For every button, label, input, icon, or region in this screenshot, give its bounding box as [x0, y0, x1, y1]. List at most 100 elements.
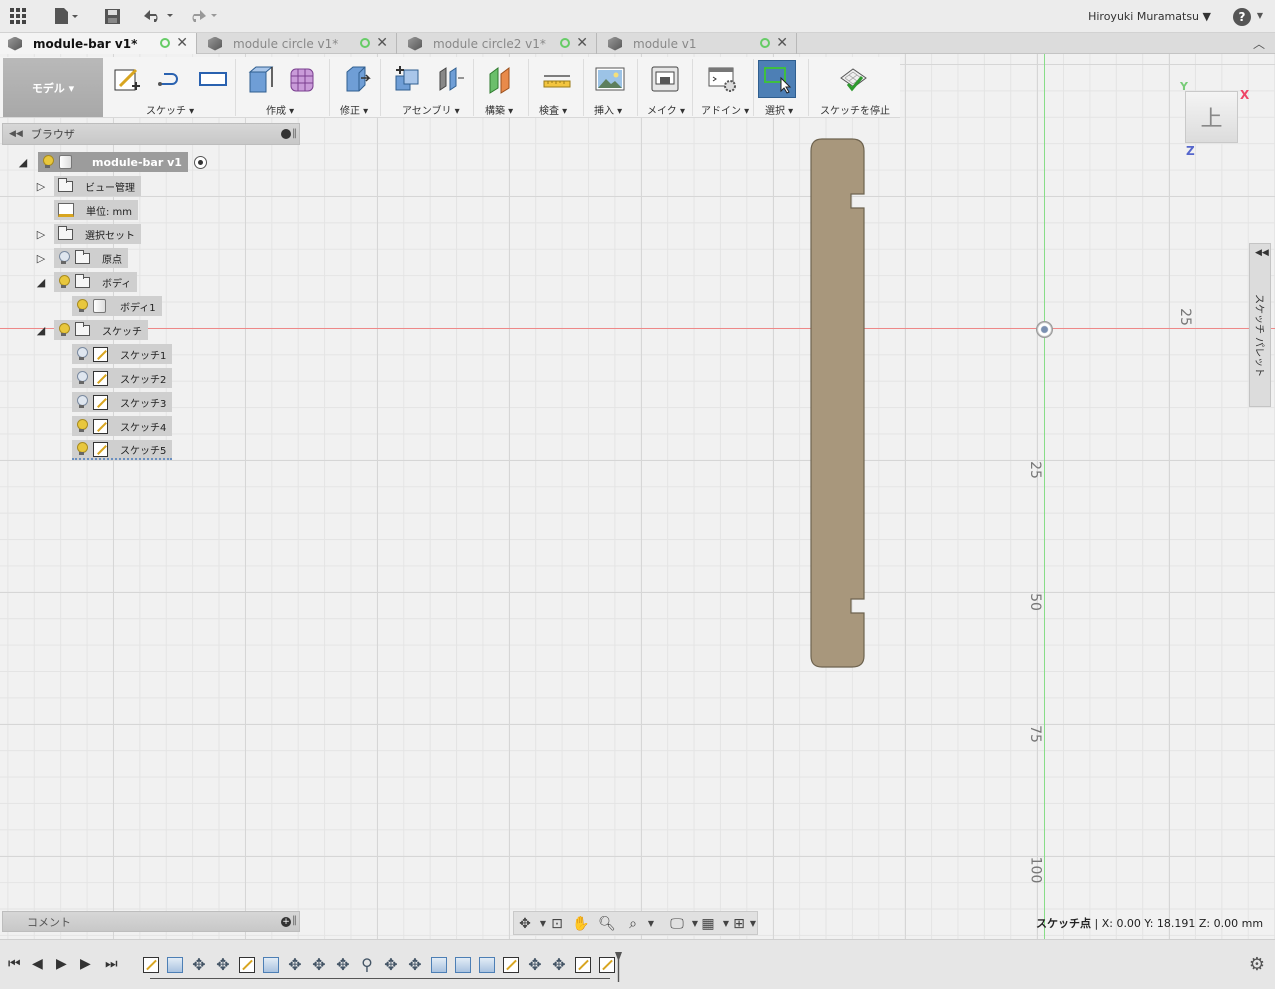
close-tab-icon[interactable]: ✕ [376, 35, 388, 51]
construct-menu[interactable]: 構築 ▾ [485, 102, 513, 117]
expanded-triangle-icon[interactable]: ◢ [34, 324, 48, 337]
go-to-end-icon[interactable]: ⏭ [105, 956, 118, 972]
extrude-icon[interactable] [246, 64, 276, 94]
assemble-menu[interactable]: アセンブリ ▾ [402, 102, 460, 117]
stop-sketch-button[interactable]: スケッチを停止 [820, 102, 890, 117]
pan-hand-icon[interactable]: ✋ [572, 915, 590, 933]
file-menu-icon[interactable] [52, 6, 80, 26]
timeline-component-icon[interactable] [431, 957, 447, 973]
root-component[interactable]: module-bar v1 [38, 152, 188, 172]
modify-group[interactable]: 修正 ▾ [331, 59, 381, 117]
browser-node-sketch3[interactable]: スケッチ3 [72, 392, 173, 412]
timeline-move-icon[interactable]: ✥ [551, 957, 567, 973]
timeline-move-icon[interactable]: ✥ [527, 957, 543, 973]
line-tool-icon[interactable] [156, 64, 186, 94]
browser-node-sketch4[interactable]: スケッチ4 [72, 416, 173, 436]
timeline-component-icon[interactable] [455, 957, 471, 973]
scripts-addins-icon[interactable] [708, 64, 738, 94]
browser-drag-handle[interactable]: ‖ [292, 128, 297, 139]
collapsed-triangle-icon[interactable]: ▷ [34, 228, 48, 241]
timeline-sketch-icon[interactable] [575, 957, 591, 973]
visibility-bulb-icon[interactable] [76, 347, 88, 361]
timeline-sketch-icon[interactable] [239, 957, 255, 973]
3d-print-icon[interactable] [650, 64, 680, 94]
inspect-group[interactable]: 検査 ▾ [530, 59, 584, 117]
help-caret-icon[interactable]: ▼ [1257, 11, 1263, 20]
orbit-icon[interactable]: ✥ [516, 915, 534, 933]
browser-node-sketches[interactable]: ◢ スケッチ [34, 320, 148, 340]
make-group[interactable]: メイク ▾ [639, 59, 693, 117]
step-back-icon[interactable]: ◀ [32, 956, 43, 972]
timeline-sketch-icon[interactable] [503, 957, 519, 973]
select-tool-icon[interactable] [762, 64, 792, 94]
timeline-sketch-icon[interactable] [143, 957, 159, 973]
timeline-move-icon[interactable]: ✥ [311, 957, 327, 973]
close-tab-icon[interactable]: ✕ [176, 35, 188, 51]
browser-root-node[interactable]: ◢ module-bar v1 [16, 152, 207, 172]
grid-settings-icon[interactable]: ▦ [699, 915, 717, 933]
go-to-start-icon[interactable]: ⏮ [8, 956, 21, 972]
tab-module-circle[interactable]: module circle v1* ✕ [200, 33, 397, 54]
addins-group[interactable]: アドイン ▾ [694, 59, 754, 117]
sketch-menu[interactable]: スケッチ ▾ [146, 102, 194, 117]
sketch-palette-collapsed[interactable]: ◀◀ スケッチ パレット [1249, 243, 1271, 407]
save-icon[interactable] [103, 6, 121, 26]
browser-node-selection-sets[interactable]: ▷ 選択セット [34, 224, 141, 244]
assemble-group[interactable]: アセンブリ ▾ [382, 59, 474, 117]
visibility-bulb-icon[interactable] [42, 155, 54, 169]
undo-icon[interactable] [142, 6, 176, 26]
collapsed-triangle-icon[interactable]: ▷ [34, 252, 48, 265]
offset-plane-icon[interactable] [487, 64, 517, 94]
close-tab-icon[interactable]: ✕ [776, 35, 788, 51]
browser-node-view[interactable]: ▷ ビュー管理 [34, 176, 141, 196]
modify-menu[interactable]: 修正 ▾ [340, 102, 368, 117]
minimize-browser-icon[interactable] [281, 129, 291, 139]
help-icon[interactable]: ? [1233, 8, 1251, 26]
comments-drag-handle[interactable]: ‖ [292, 915, 297, 926]
joint-icon[interactable] [436, 64, 466, 94]
user-menu[interactable]: Hiroyuki Muramatsu ▼ [1088, 10, 1211, 23]
addins-menu[interactable]: アドイン ▾ [701, 102, 749, 117]
measure-icon[interactable] [542, 64, 572, 94]
browser-node-bodies[interactable]: ◢ ボディ [34, 272, 138, 292]
browser-node-units[interactable]: 単位: mm [34, 200, 139, 220]
create-menu[interactable]: 作成 ▾ [266, 102, 294, 117]
timeline-move-icon[interactable]: ✥ [215, 957, 231, 973]
comments-panel-header[interactable]: コメント + ‖ [2, 911, 300, 932]
timeline-settings-gear-icon[interactable]: ⚙ [1249, 954, 1265, 975]
visibility-bulb-icon[interactable] [76, 395, 88, 409]
viewports-caret-icon[interactable]: ▼ [744, 915, 762, 933]
activate-radio-icon[interactable] [193, 155, 207, 169]
collapsed-triangle-icon[interactable]: ▷ [34, 180, 48, 193]
close-tab-icon[interactable]: ✕ [576, 35, 588, 51]
timeline-joint-icon[interactable]: ⚲ [359, 957, 375, 973]
rectangle-tool-icon[interactable] [198, 64, 228, 94]
timeline-move-icon[interactable]: ✥ [287, 957, 303, 973]
expanded-triangle-icon[interactable]: ◢ [16, 156, 30, 169]
app-grid-icon[interactable] [9, 6, 27, 26]
form-icon[interactable] [288, 64, 318, 94]
collapse-tabs-icon[interactable]: ︿ [1253, 35, 1265, 52]
browser-node-body1[interactable]: ボディ1 [72, 296, 162, 316]
visibility-bulb-icon[interactable] [58, 323, 70, 337]
browser-node-origin[interactable]: ▷ 原点 [34, 248, 128, 268]
visibility-bulb-icon[interactable] [76, 442, 88, 456]
timeline-move-icon[interactable]: ✥ [407, 957, 423, 973]
press-pull-icon[interactable] [341, 64, 371, 94]
visibility-bulb-icon[interactable] [76, 419, 88, 433]
tab-module[interactable]: module v1 ✕ [600, 33, 797, 54]
sketch-group[interactable]: スケッチ ▾ [106, 59, 236, 117]
visibility-bulb-icon[interactable] [58, 275, 70, 289]
zoom-icon[interactable]: 🔍︎ [598, 915, 616, 933]
step-forward-icon[interactable]: ▶ [80, 956, 91, 972]
visibility-bulb-icon[interactable] [76, 371, 88, 385]
create-group[interactable]: 作成 ▾ [238, 59, 330, 117]
timeline-move-icon[interactable]: ✥ [383, 957, 399, 973]
collapse-browser-icon[interactable]: ◀◀ [9, 129, 23, 139]
zoom-caret-icon[interactable]: ▼ [642, 915, 660, 933]
new-component-icon[interactable] [392, 64, 422, 94]
viewport-canvas[interactable]: 25 25 50 75 100 [0, 54, 1275, 939]
browser-node-sketch1[interactable]: スケッチ1 [72, 344, 173, 364]
origin-point-icon[interactable] [1036, 321, 1053, 338]
tab-module-circle2[interactable]: module circle2 v1* ✕ [400, 33, 597, 54]
